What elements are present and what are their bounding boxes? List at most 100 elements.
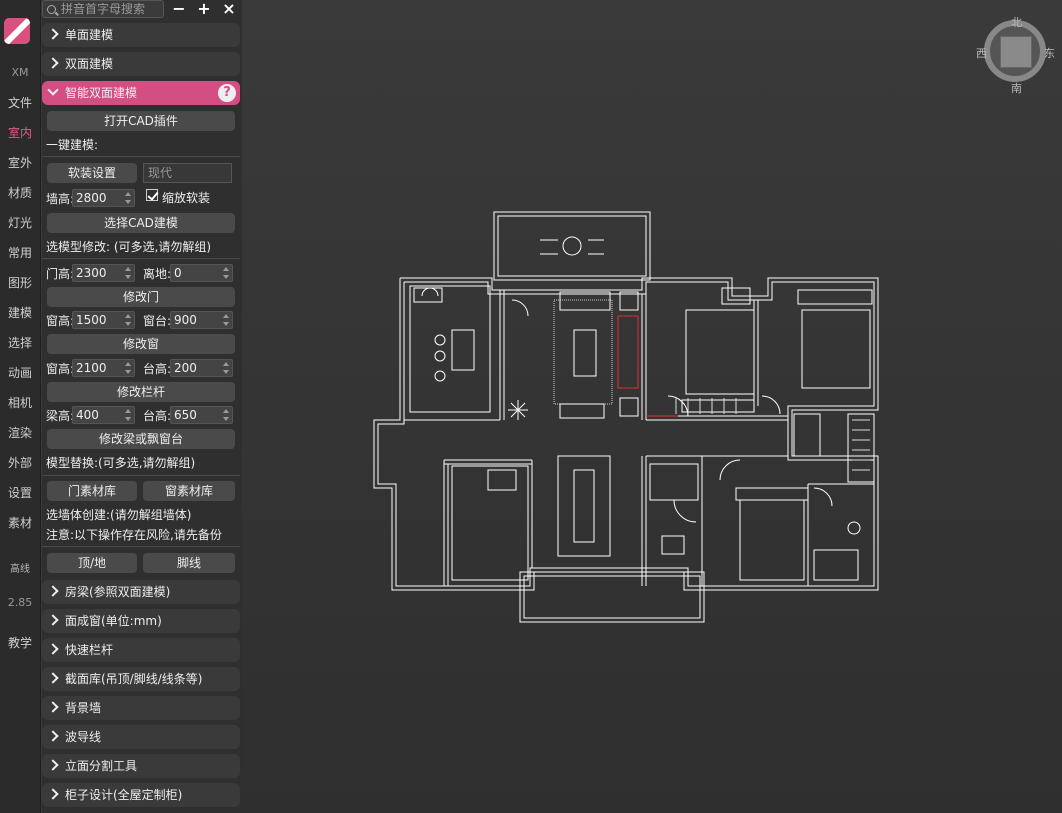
section-label: 柜子设计(全屋定制柜)	[65, 788, 183, 802]
collapse-button[interactable]: −	[170, 0, 188, 18]
rail-item-select[interactable]: 选择	[0, 334, 40, 351]
dining-table	[557, 455, 611, 557]
compass-cube-icon[interactable]	[1000, 36, 1032, 68]
section-wave-line[interactable]: 波导线	[42, 725, 240, 749]
help-icon[interactable]: ?	[218, 84, 236, 102]
table-height-value: 200	[174, 361, 197, 375]
section-feature-wall[interactable]: 背景墙	[42, 696, 240, 720]
spinner-arrows-icon[interactable]	[222, 267, 230, 279]
spinner-arrows-icon[interactable]	[222, 409, 230, 421]
section-cabinet-design[interactable]: 柜子设计(全屋定制柜)	[42, 783, 240, 807]
section-face-window[interactable]: 面成窗(单位:mm)	[42, 609, 240, 633]
section-double-modeling[interactable]: 双面建模	[42, 52, 240, 76]
spinner-arrows-icon[interactable]	[222, 314, 230, 326]
compass-south: 南	[1011, 82, 1022, 95]
modify-beam-button[interactable]: 修改梁或飘窗台	[47, 429, 235, 449]
ceiling-floor-button[interactable]: 顶/地	[47, 553, 137, 573]
rail-item-xm[interactable]: XM	[0, 66, 40, 79]
close-button[interactable]: ×	[220, 0, 238, 18]
section-profile-library[interactable]: 截面库(吊顶/脚线/线条等)	[42, 667, 240, 691]
table-height-stepper[interactable]: 200	[170, 359, 233, 377]
style-field[interactable]: 现代	[143, 163, 232, 183]
chevron-down-icon	[47, 84, 59, 96]
rail-item-common[interactable]: 常用	[0, 244, 40, 261]
modify-window-button[interactable]: 修改窗	[47, 334, 235, 354]
rail-item-animation[interactable]: 动画	[0, 364, 40, 381]
search-input[interactable]: 拼音首字母搜索	[42, 0, 164, 18]
rail-item-external[interactable]: 外部	[0, 454, 40, 471]
table2-height-stepper[interactable]: 650	[170, 406, 233, 424]
rail-item-light[interactable]: 灯光	[0, 214, 40, 231]
window-height-label: 窗高:	[46, 314, 75, 328]
chevron-right-icon	[47, 730, 59, 742]
door-height-label: 门高:	[46, 267, 75, 281]
wall-create-label: 选墙体创建:(请勿解组墙体)	[46, 508, 192, 522]
select-cad-modeling-button[interactable]: 选择CAD建模	[47, 213, 235, 233]
rail-item-render[interactable]: 渲染	[0, 424, 40, 441]
spinner-arrows-icon[interactable]	[124, 362, 132, 374]
beam-height-value: 400	[76, 408, 99, 422]
sill-label: 窗台:	[143, 314, 172, 328]
modify-railing-button[interactable]: 修改栏杆	[47, 382, 235, 402]
modify-door-button[interactable]: 修改门	[47, 287, 235, 307]
chevron-right-icon	[47, 643, 59, 655]
section-label: 立面分割工具	[65, 759, 138, 773]
rail-item-highline[interactable]: 高线	[0, 560, 40, 575]
rail-item-assets[interactable]: 素材	[0, 514, 40, 531]
door-height-stepper[interactable]: 2300	[72, 264, 135, 282]
rail-item-material[interactable]: 材质	[0, 184, 40, 201]
spinner-arrows-icon[interactable]	[124, 314, 132, 326]
rail-item-file[interactable]: 文件	[0, 94, 40, 111]
section-single-modeling[interactable]: 单面建模	[42, 23, 240, 47]
icon-rail: XM 文件 室内 室外 材质 灯光 常用 图形 建模 选择 动画 相机 渲染 外…	[0, 0, 41, 813]
second-bed	[801, 309, 871, 389]
compass-widget[interactable]: 北 南 东 西	[976, 14, 1056, 95]
search-bar: 拼音首字母搜索 − + ×	[42, 0, 242, 20]
floor-plan-drawing[interactable]	[242, 0, 1062, 813]
soft-setting-button[interactable]: 软装设置	[47, 163, 137, 183]
open-cad-plugin-button[interactable]: 打开CAD插件	[47, 111, 235, 131]
section-beam[interactable]: 房梁(参照双面建模)	[42, 580, 240, 604]
wall-height-value: 2800	[76, 191, 107, 205]
window-library-button[interactable]: 窗素材库	[143, 481, 235, 501]
rail-item-shape[interactable]: 图形	[0, 274, 40, 291]
sill-stepper[interactable]: 900	[170, 311, 233, 329]
select-modify-label: 选模型修改: (可多选,请勿解组)	[46, 240, 212, 254]
window-height2-stepper[interactable]: 2100	[72, 359, 135, 377]
beam-height-label: 梁高:	[46, 409, 75, 423]
chevron-right-icon	[47, 701, 59, 713]
3d-viewport[interactable]	[242, 0, 1062, 813]
expand-button[interactable]: +	[195, 0, 213, 18]
section-elevation-split[interactable]: 立面分割工具	[42, 754, 240, 778]
table2-height-value: 650	[174, 408, 197, 422]
spinner-arrows-icon[interactable]	[222, 362, 230, 374]
chevron-right-icon	[47, 57, 59, 69]
chevron-right-icon	[47, 672, 59, 684]
wall-height-stepper[interactable]: 2800	[72, 189, 135, 207]
rail-item-interior[interactable]: 室内	[0, 124, 40, 141]
spinner-arrows-icon[interactable]	[124, 192, 132, 204]
third-bed	[739, 499, 805, 581]
rail-item-camera[interactable]: 相机	[0, 394, 40, 411]
section-smart-double-modeling[interactable]: 智能双面建模?	[42, 81, 240, 105]
living-room-rug	[553, 299, 613, 405]
warning-label: 注意:以下操作存在风险,请先备份	[46, 528, 222, 542]
door-library-button[interactable]: 门素材库	[47, 481, 137, 501]
scale-soft-checkbox[interactable]	[146, 189, 158, 201]
spinner-arrows-icon[interactable]	[124, 409, 132, 421]
top-balcony	[493, 211, 651, 281]
rail-item-tutorial[interactable]: 教学	[0, 634, 40, 651]
section-label: 波导线	[65, 730, 102, 744]
section-quick-railing[interactable]: 快速栏杆	[42, 638, 240, 662]
rail-item-exterior[interactable]: 室外	[0, 154, 40, 171]
rail-item-modeling[interactable]: 建模	[0, 304, 40, 321]
off-ground-stepper[interactable]: 0	[170, 264, 233, 282]
baseboard-button[interactable]: 脚线	[143, 553, 235, 573]
section-label: 截面库(吊顶/脚线/线条等)	[65, 672, 203, 686]
spinner-arrows-icon[interactable]	[124, 267, 132, 279]
wall-height-label: 墙高:	[46, 192, 75, 206]
beam-height-stepper[interactable]: 400	[72, 406, 135, 424]
window-height-stepper[interactable]: 1500	[72, 311, 135, 329]
off-ground-label: 离地:	[143, 267, 172, 281]
rail-item-settings[interactable]: 设置	[0, 484, 40, 501]
